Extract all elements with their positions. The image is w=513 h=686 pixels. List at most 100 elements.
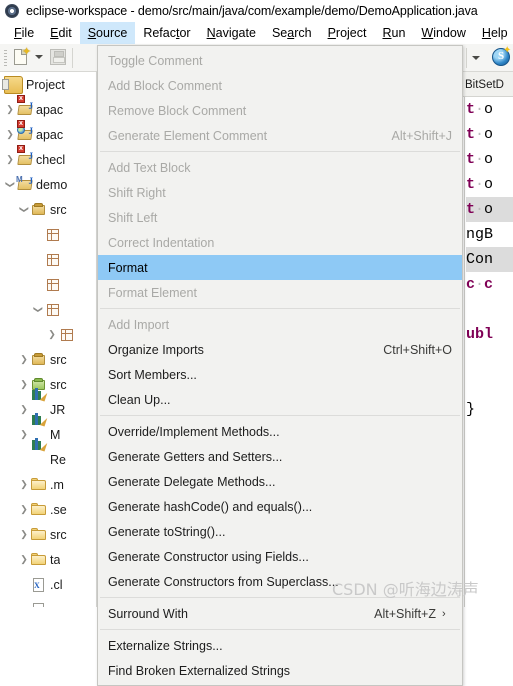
menu-item-correct-indentation: Correct Indentation (98, 230, 462, 255)
menu-item-generate-constructor-using-fields[interactable]: Generate Constructor using Fields... (98, 544, 462, 569)
menubar-item-project[interactable]: Project (320, 22, 375, 44)
menu-item-externalize-strings[interactable]: Externalize Strings... (98, 633, 462, 658)
menu-item-sort-members[interactable]: Sort Members... (98, 362, 462, 387)
menu-item-shortcut: Alt+Shift+J (391, 128, 452, 143)
menubar-item-window[interactable]: Window (413, 22, 473, 44)
menu-item-find-broken-externalized-strings[interactable]: Find Broken Externalized Strings (98, 658, 462, 683)
code-line[interactable]: c·c (466, 272, 513, 297)
menu-item-remove-block-comment: Remove Block Comment (98, 98, 462, 123)
code-line[interactable]: ubl (466, 322, 513, 347)
project-explorer[interactable]: Project ❯ Jx apac ❯ Jx apac ❯ Jx checl ❯ M Jdemo ❯ sr… (0, 72, 97, 607)
menubar-item-run[interactable]: Run (374, 22, 413, 44)
tree-item[interactable]: ❯ ta (0, 547, 96, 572)
code-line[interactable]: Con (466, 247, 513, 272)
twisty-expanded-icon[interactable]: ❯ (20, 204, 30, 216)
explorer-tree[interactable]: ❯ Jx apac ❯ Jx apac ❯ Jx checl ❯ M Jdemo ❯ src ❯ ❯ ❯ src ❯… (0, 94, 96, 607)
twisty-collapsed-icon[interactable]: ❯ (4, 155, 16, 164)
new-wizard-icon[interactable]: ✦ (12, 47, 32, 67)
twisty-collapsed-icon[interactable]: ❯ (46, 330, 58, 339)
tree-item[interactable]: ❯ JR (0, 387, 96, 422)
tree-item[interactable]: ❯ (0, 322, 96, 347)
menubar-item-navigate[interactable]: Navigate (199, 22, 264, 44)
menubar-item-file[interactable]: File (6, 22, 42, 44)
menu-item-label: Find Broken Externalized Strings (108, 663, 291, 678)
twisty-collapsed-icon[interactable]: ❯ (18, 480, 30, 489)
save-icon[interactable] (50, 49, 66, 65)
menu-item-shift-right: Shift Right (98, 180, 462, 205)
code-line[interactable]: t·o (466, 122, 513, 147)
menubar-item-help[interactable]: Help (474, 22, 513, 44)
twisty-collapsed-icon[interactable]: ❯ (18, 555, 30, 564)
menu-item-override-implement-methods[interactable]: Override/Implement Methods... (98, 419, 462, 444)
title-bar: eclipse-workspace - demo/src/main/java/c… (0, 0, 513, 22)
tree-item[interactable]: ❯ src (0, 197, 96, 222)
tree-item[interactable]: ❯ Jx apac (0, 119, 96, 147)
menu-item-organize-imports[interactable]: Organize Imports Ctrl+Shift+O (98, 337, 462, 362)
twisty-collapsed-icon[interactable]: ❯ (4, 105, 16, 114)
menu-item-clean-up[interactable]: Clean Up... (98, 387, 462, 412)
chevron-down-icon[interactable] (35, 55, 43, 59)
menu-item-generate-element-comment: Generate Element Comment Alt+Shift+J (98, 123, 462, 148)
tree-item[interactable]: .g (0, 597, 96, 607)
twisty-collapsed-icon[interactable]: ❯ (18, 430, 30, 439)
menu-item-label: Generate Getters and Setters... (108, 449, 283, 464)
tree-item[interactable]: ❯ src (0, 347, 96, 372)
java-web-project-icon: Jx (16, 119, 33, 143)
menu-item-generate-getters-and-setters[interactable]: Generate Getters and Setters... (98, 444, 462, 469)
tree-item[interactable]: ❯ src (0, 372, 96, 397)
menu-item-label: Format Element (108, 285, 197, 300)
twisty-collapsed-icon[interactable]: ❯ (18, 530, 30, 539)
tree-item[interactable]: ❯ .m (0, 472, 96, 497)
menubar-item-search[interactable]: Se a rch (264, 22, 320, 44)
code-line[interactable]: t·o (466, 97, 513, 122)
menu-item-generate-hashcode-and-equals[interactable]: Generate hashCode() and equals()... (98, 494, 462, 519)
toolbar-overflow-chevron-icon[interactable] (472, 56, 480, 60)
code-line[interactable]: } (466, 397, 513, 422)
tree-item[interactable]: ❯ .se (0, 497, 96, 522)
tree-item[interactable]: ❯ (0, 297, 96, 322)
toolbar-grip[interactable] (4, 50, 7, 66)
twisty-expanded-icon[interactable]: ❯ (34, 304, 44, 316)
menu-item-generate-constructors-from-superclass[interactable]: Generate Constructors from Superclass... (98, 569, 462, 594)
twisty-collapsed-icon[interactable]: ❯ (18, 405, 30, 414)
twisty-collapsed-icon[interactable]: ❯ (18, 355, 30, 364)
code-line[interactable] (466, 372, 513, 397)
package-icon (44, 277, 61, 293)
code-line[interactable] (466, 297, 513, 322)
editor-tab-bitsetd[interactable]: BitSetD (465, 74, 504, 96)
tree-item[interactable]: ❯ M (0, 412, 96, 447)
menubar-item-refactor[interactable]: Refac t or (135, 22, 198, 44)
menu-item-format[interactable]: Format (98, 255, 462, 280)
tree-item[interactable]: ❯ Jx checl (0, 144, 96, 172)
twisty-expanded-icon[interactable]: ❯ (6, 179, 16, 191)
code-line[interactable] (466, 422, 513, 447)
twisty-collapsed-icon[interactable]: ❯ (18, 380, 30, 389)
editor-code-area[interactable]: t·o t·o t·o t·o t·o ngB Con c·c ubl} (466, 97, 513, 607)
twisty-collapsed-icon[interactable]: ❯ (4, 130, 16, 139)
menu-item-generate-delegate-methods[interactable]: Generate Delegate Methods... (98, 469, 462, 494)
menubar-item-edit[interactable]: Edit (42, 22, 80, 44)
twisty-collapsed-icon[interactable]: ❯ (18, 505, 30, 514)
window-title: eclipse-workspace - demo/src/main/java/c… (26, 4, 478, 18)
tree-item[interactable]: ❯ src (0, 522, 96, 547)
menu-item-label: Add Import (108, 317, 170, 332)
tree-item[interactable] (0, 222, 96, 247)
menu-item-label: Sort Members... (108, 367, 197, 382)
code-line[interactable]: ngB (466, 222, 513, 247)
source-menu-popup[interactable]: Toggle Comment Add Block Comment Remove Bl… (97, 45, 463, 686)
code-line[interactable]: t·o (466, 147, 513, 172)
tree-item[interactable]: ❯ Jx apac (0, 94, 96, 122)
tree-item[interactable] (0, 272, 96, 297)
code-line[interactable]: t·o (466, 197, 513, 222)
menu-item-surround-with[interactable]: Surround With Alt+Shift+Z › (98, 601, 462, 626)
tree-item[interactable]: Re (0, 437, 96, 472)
menu-item-generate-tostring[interactable]: Generate toString()... (98, 519, 462, 544)
code-line[interactable]: t·o (466, 172, 513, 197)
tree-item-label: src (50, 352, 67, 367)
code-line[interactable] (466, 347, 513, 372)
tree-item[interactable]: ❯ M Jdemo (0, 172, 96, 197)
tree-item[interactable] (0, 247, 96, 272)
menubar-item-source[interactable]: Source (79, 22, 136, 44)
menu-item-label: Add Block Comment (108, 78, 222, 93)
tree-item[interactable]: X .cl (0, 572, 96, 597)
